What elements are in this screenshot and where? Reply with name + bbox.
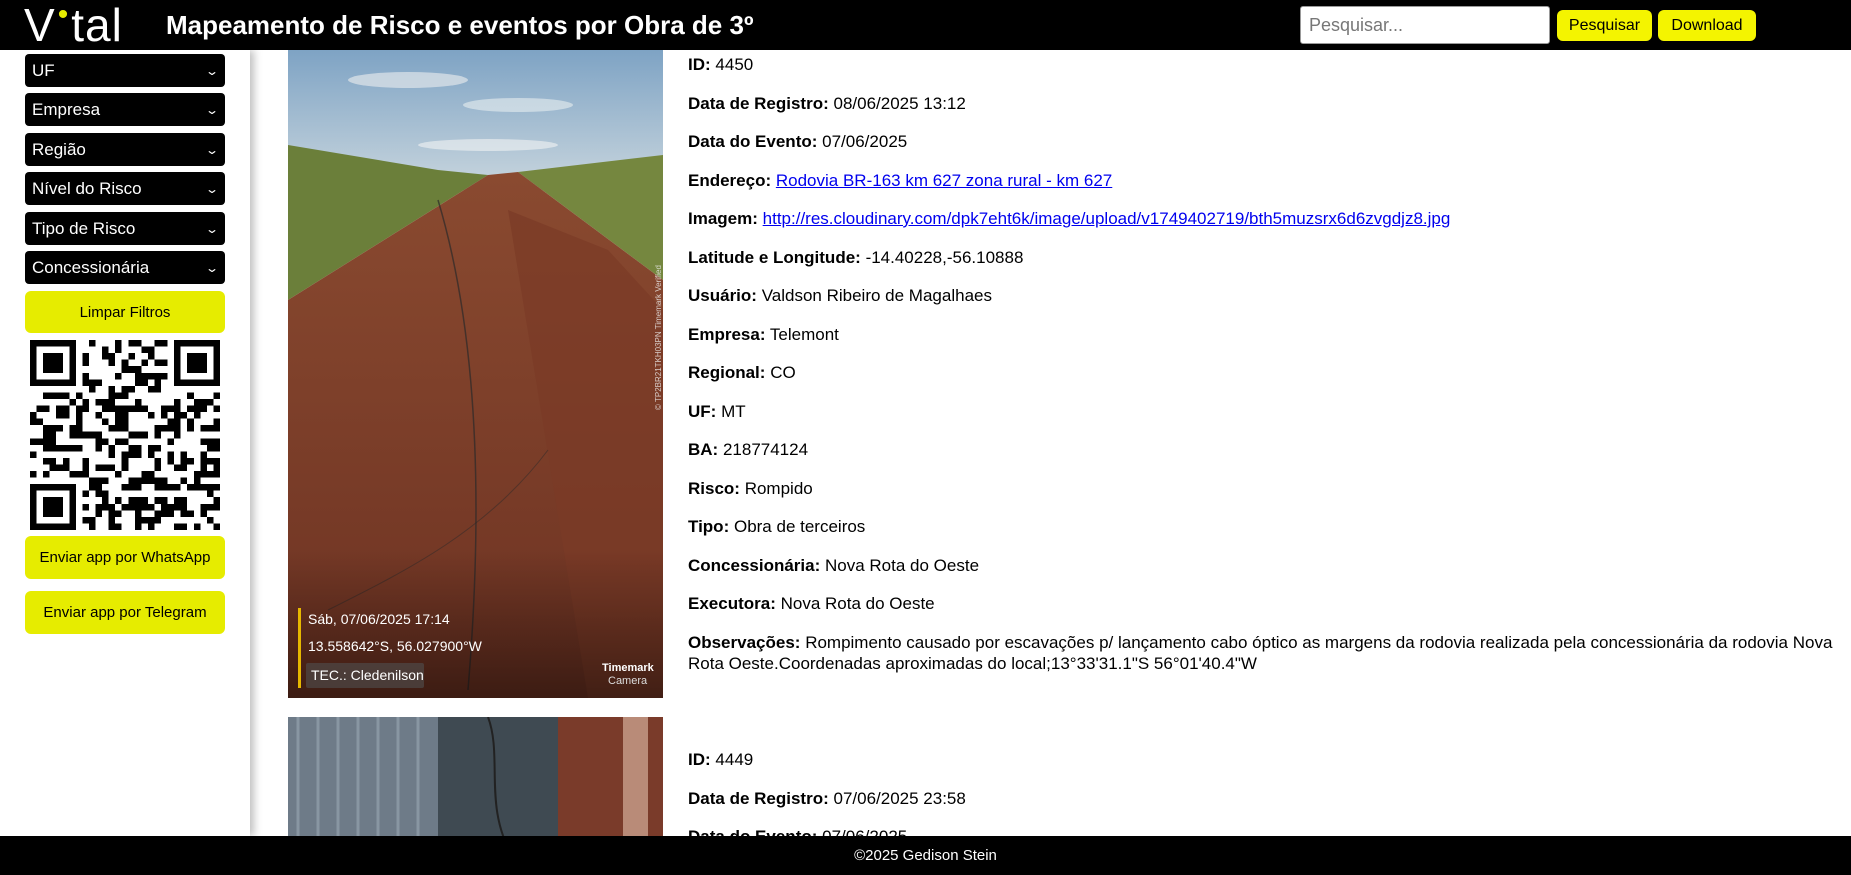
field-empresa: Empresa: Telemont xyxy=(688,325,839,344)
filter-empresa[interactable]: Empresa ⌄ xyxy=(25,93,225,126)
field-executora: Executora: Nova Rota do Oeste xyxy=(688,594,935,613)
field-tipo: Tipo: Obra de terceiros xyxy=(688,517,866,536)
image-link[interactable]: http://res.cloudinary.com/dpk7eht6k/imag… xyxy=(763,209,1451,228)
filter-uf[interactable]: UF ⌄ xyxy=(25,54,225,87)
filter-label: Nível do Risco xyxy=(32,178,142,198)
field-concessionaria: Concessionária: Nova Rota do Oeste xyxy=(688,556,980,575)
field-usuario: Usuário: Valdson Ribeiro de Magalhaes xyxy=(688,286,992,305)
qr-code-icon xyxy=(30,340,220,530)
filter-label: Região xyxy=(32,139,86,159)
field-endereco: Endereço: Rodovia BR-163 km 627 zona rur… xyxy=(688,171,1113,190)
search-input[interactable] xyxy=(1300,6,1550,44)
filter-nivel-risco[interactable]: Nível do Risco ⌄ xyxy=(25,172,225,205)
records-list[interactable]: Sáb, 07/06/2025 17:14 13.558642°S, 56.02… xyxy=(250,50,1851,836)
field-id: ID: 4450 xyxy=(688,55,754,74)
filter-tipo-risco[interactable]: Tipo de Risco ⌄ xyxy=(25,212,225,245)
clear-filters-button[interactable]: Limpar Filtros xyxy=(25,291,225,333)
chevron-down-icon: ⌄ xyxy=(204,102,220,117)
timemark-brand: Timemark xyxy=(602,662,654,674)
filter-label: UF xyxy=(32,60,55,80)
filter-label: Tipo de Risco xyxy=(32,218,136,238)
logo-dot: • xyxy=(57,0,70,31)
logo-letter: V xyxy=(24,0,56,51)
photo-verified-watermark: © TP2BR21TKH03PN Timemark Verified xyxy=(654,265,663,410)
page-title: Mapeamento de Risco e eventos por Obra d… xyxy=(166,10,754,40)
vtal-logo: V • tal xyxy=(24,0,123,51)
field-id: ID: 4449 xyxy=(688,750,754,769)
field-imagem: Imagem: http://res.cloudinary.com/dpk7eh… xyxy=(688,209,1451,228)
download-button[interactable]: Download xyxy=(1658,10,1756,41)
field-ba: BA: 218774124 xyxy=(688,440,809,459)
field-data-evento: Data do Evento: 07/06/2025 xyxy=(688,132,908,151)
overlay-accent-bar xyxy=(298,608,301,688)
search-button[interactable]: Pesquisar xyxy=(1557,10,1652,41)
photo-coords-label: 13.558642°S, 56.027900°W xyxy=(308,638,482,654)
record-photo[interactable] xyxy=(288,717,663,836)
wall-cable-photo xyxy=(288,717,663,836)
field-observacoes: Observações: Rompimento causado por esca… xyxy=(688,633,1833,673)
field-uf: UF: MT xyxy=(688,402,746,421)
field-regional: Regional: CO xyxy=(688,363,796,382)
filter-concessionaria[interactable]: Concessionária ⌄ xyxy=(25,251,225,284)
record-card: Sáb, 07/06/2025 17:14 13.558642°S, 56.02… xyxy=(288,50,1848,700)
filter-label: Concessionária xyxy=(32,257,150,277)
field-data-registro: Data de Registro: 08/06/2025 13:12 xyxy=(688,94,966,113)
filter-regiao[interactable]: Região ⌄ xyxy=(25,133,225,166)
filter-sidebar: UF ⌄ Empresa ⌄ Região ⌄ Nível do Risco ⌄ Tip… xyxy=(0,50,250,836)
dirt-road-photo xyxy=(288,50,663,698)
field-data-registro: Data de Registro: 07/06/2025 23:58 xyxy=(688,789,966,808)
address-link[interactable]: Rodovia BR-163 km 627 zona rural - km 62… xyxy=(776,171,1112,190)
chevron-down-icon: ⌄ xyxy=(204,260,220,275)
chevron-down-icon: ⌄ xyxy=(204,142,220,157)
logo-text: tal xyxy=(71,0,123,51)
whatsapp-button[interactable]: Enviar app por WhatsApp xyxy=(25,536,225,579)
chevron-down-icon: ⌄ xyxy=(204,181,220,196)
field-lat-long: Latitude e Longitude: -14.40228,-56.1088… xyxy=(688,248,1024,267)
timemark-brand-sub: Camera xyxy=(608,675,648,687)
top-bar: V • tal Mapeamento de Risco e eventos por … xyxy=(0,0,1851,51)
photo-tech-label: TEC.: Cledenilson xyxy=(311,667,424,683)
field-data-evento: Data do Evento: 07/06/2025 xyxy=(688,826,1848,836)
filter-label: Empresa xyxy=(32,99,101,119)
chevron-down-icon: ⌄ xyxy=(204,63,220,78)
photo-date-label: Sáb, 07/06/2025 17:14 xyxy=(308,611,450,627)
chevron-down-icon: ⌄ xyxy=(204,221,220,236)
field-risco: Risco: Rompido xyxy=(688,479,813,498)
footer: ©2025 Gedison Stein xyxy=(0,836,1851,875)
record-photo[interactable]: Sáb, 07/06/2025 17:14 13.558642°S, 56.02… xyxy=(288,50,663,698)
record-card: ID: 4449 Data de Registro: 07/06/2025 23… xyxy=(288,717,1848,836)
telegram-button[interactable]: Enviar app por Telegram xyxy=(25,591,225,634)
footer-text: ©2025 Gedison Stein xyxy=(854,847,997,864)
